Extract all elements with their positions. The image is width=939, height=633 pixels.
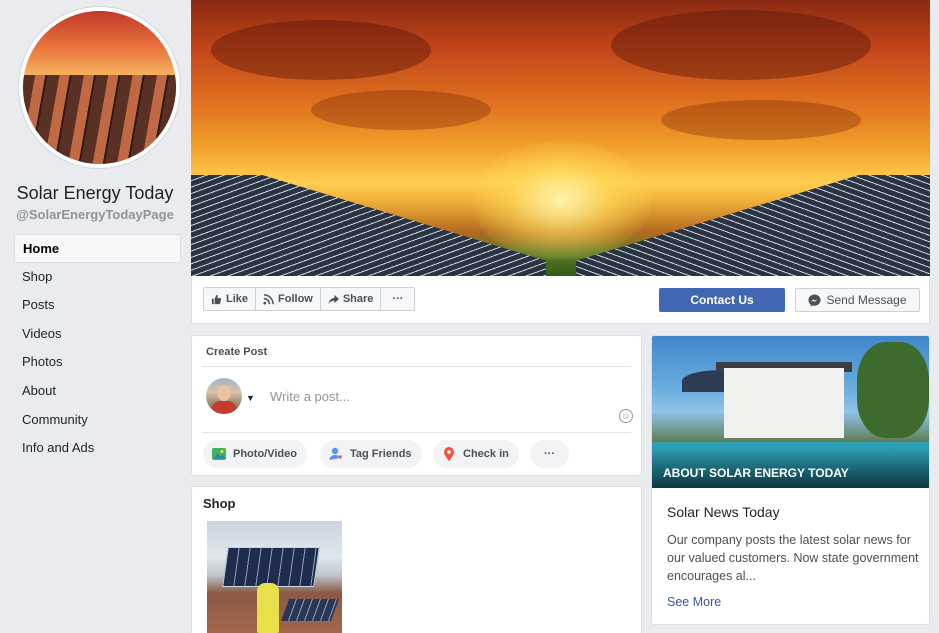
more-icon: ···: [544, 448, 555, 460]
sidebar-item-home[interactable]: Home: [14, 234, 181, 263]
sidebar-item-posts[interactable]: Posts: [14, 291, 181, 320]
send-message-label: Send Message: [826, 293, 907, 307]
sidebar-item-shop[interactable]: Shop: [14, 263, 181, 292]
about-title: Solar News Today: [667, 504, 780, 520]
cover-cloud: [211, 20, 431, 80]
photo-video-label: Photo/Video: [233, 448, 297, 460]
divider: [202, 366, 631, 367]
tag-friends-label: Tag Friends: [350, 448, 412, 460]
cover-cloud: [311, 90, 491, 130]
see-more-link[interactable]: See More: [667, 595, 721, 609]
profile-picture[interactable]: [19, 7, 180, 168]
cover-cloud: [661, 100, 861, 140]
sidebar-item-videos[interactable]: Videos: [14, 320, 181, 349]
profile-picture-image: [23, 11, 176, 164]
page-actions-group: Like Follow Share ···: [203, 287, 416, 311]
about-section-label[interactable]: ABOUT SOLAR ENERGY TODAY: [663, 466, 849, 480]
contact-us-button[interactable]: Contact Us: [659, 288, 785, 312]
avatar[interactable]: [206, 378, 242, 414]
sidebar-item-info-and-ads[interactable]: Info and Ads: [14, 434, 181, 463]
more-icon: ···: [392, 293, 404, 305]
tag-friends-icon: [329, 447, 343, 460]
send-message-button[interactable]: Send Message: [795, 288, 920, 312]
left-sidebar: Solar Energy Today @SolarEnergyTodayPage…: [0, 0, 190, 633]
tag-friends-button[interactable]: Tag Friends: [320, 440, 422, 468]
rss-icon: [263, 293, 274, 305]
chevron-down-icon[interactable]: ▼: [246, 393, 255, 403]
follow-label: Follow: [278, 293, 313, 305]
shop-product-image[interactable]: [207, 521, 342, 633]
shop-card: Shop: [191, 486, 642, 633]
check-in-button[interactable]: Check in: [433, 440, 519, 468]
emoji-icon[interactable]: ☺: [619, 409, 633, 423]
sidebar-item-photos[interactable]: Photos: [14, 348, 181, 377]
more-actions-button[interactable]: ···: [381, 288, 414, 310]
about-description: Our company posts the latest solar news …: [667, 533, 919, 583]
like-label: Like: [226, 293, 249, 305]
thumbs-up-icon: [211, 294, 222, 304]
about-card: ABOUT SOLAR ENERGY TODAY Solar News Toda…: [651, 335, 930, 625]
share-label: Share: [342, 293, 374, 305]
cover-cloud: [611, 10, 871, 80]
sidebar-item-about[interactable]: About: [14, 377, 181, 406]
divider: [202, 432, 631, 433]
create-post-card: Create Post ▼ Write a post... ☺ Photo/Vi…: [191, 335, 642, 476]
messenger-icon: [808, 293, 822, 307]
write-post-input[interactable]: Write a post...: [270, 389, 350, 404]
check-in-label: Check in: [463, 448, 509, 460]
share-button[interactable]: Share: [321, 288, 382, 310]
photo-video-button[interactable]: Photo/Video: [203, 440, 307, 468]
page-action-bar: Like Follow Share ··· Contact Us Send Me…: [191, 276, 930, 324]
location-pin-icon: [444, 447, 454, 461]
create-post-header: Create Post: [206, 346, 268, 358]
sidebar-item-community[interactable]: Community: [14, 406, 181, 435]
page-title[interactable]: Solar Energy Today: [0, 183, 190, 204]
follow-button[interactable]: Follow: [256, 288, 321, 310]
photo-icon: [212, 448, 226, 460]
page-handle[interactable]: @SolarEnergyTodayPage: [0, 207, 190, 222]
cover-photo[interactable]: [191, 0, 930, 276]
page-nav: Home Shop Posts Videos Photos About Comm…: [14, 234, 181, 463]
share-arrow-icon: [328, 294, 339, 304]
more-post-options-button[interactable]: ···: [530, 440, 569, 468]
sun-glow: [471, 140, 651, 260]
shop-title[interactable]: Shop: [203, 496, 236, 511]
like-button[interactable]: Like: [204, 288, 257, 310]
